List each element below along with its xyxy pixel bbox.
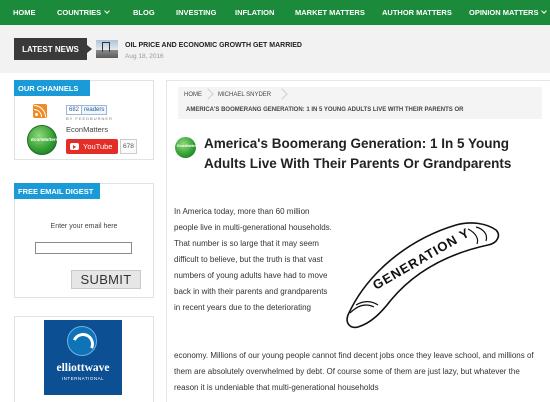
boomerang-illustration: GENERATION Y <box>346 222 500 329</box>
feedburner-text: BY FEEDBURNER <box>66 116 113 121</box>
nav-market-matters[interactable]: MARKET MATTERS <box>295 8 365 17</box>
nav-countries[interactable]: COUNTRIES <box>57 8 111 17</box>
nav-author-matters[interactable]: AUTHOR MATTERS <box>382 8 452 17</box>
chevron-down-icon <box>104 8 111 14</box>
latest-news-date: Aug 18, 2016 <box>125 53 164 60</box>
econmatters-logo-text: EconMatters <box>31 137 59 142</box>
breadcrumb-current: AMERICA'S BOOMERANG GENERATION: 1 IN 5 Y… <box>186 107 464 113</box>
article-paragraph: In America today, more than 60 million p… <box>174 207 332 312</box>
nav-blog[interactable]: BLOG <box>133 8 155 17</box>
econmatters-name[interactable]: EconMatters <box>66 125 108 134</box>
youtube-label: YouTube <box>83 142 113 151</box>
readers-label: readers <box>84 107 105 113</box>
ad-brand: elliottwave <box>56 362 110 374</box>
readers-count: 682 <box>67 106 83 114</box>
youtube-play-icon <box>70 143 79 150</box>
email-digest-heading: FREE EMAIL DIGEST <box>14 183 100 199</box>
breadcrumb-separator-icon <box>202 88 214 100</box>
title-icon-text: EconMatters <box>177 144 199 148</box>
email-field[interactable] <box>35 242 132 254</box>
latest-news-bar: LATEST NEWS OIL PRICE AND ECONOMIC GROWT… <box>0 25 550 73</box>
latest-news-label: LATEST NEWS <box>14 38 87 60</box>
breadcrumb-separator-icon <box>276 88 288 100</box>
oil-rig-icon <box>102 42 110 52</box>
nav-opinion-matters-label: OPINION MATTERS <box>469 8 539 17</box>
youtube-button[interactable]: YouTube <box>66 139 118 154</box>
breadcrumb-author[interactable]: MICHAEL SNYDER <box>218 92 271 98</box>
ad-subtitle: INTERNATIONAL <box>61 376 105 381</box>
submit-button[interactable]: SUBMIT <box>71 270 141 289</box>
article-title: America's Boomerang Generation: 1 In 5 Y… <box>204 136 512 171</box>
wave-icon <box>67 326 97 356</box>
news-thumbnail[interactable] <box>96 40 118 58</box>
nav-countries-label: COUNTRIES <box>57 8 102 17</box>
breadcrumb-home[interactable]: HOME <box>184 92 202 98</box>
article-paragraph: economy. Millions of our young people ca… <box>174 351 534 392</box>
nav-inflation[interactable]: INFLATION <box>235 8 274 17</box>
latest-news-headline[interactable]: OIL PRICE AND ECONOMIC GROWTH GET MARRIE… <box>125 42 302 49</box>
nav-home[interactable]: HOME <box>13 8 36 17</box>
econmatters-globe-icon: EconMatters <box>175 137 199 158</box>
boomerang-text: GENERATION Y <box>370 225 473 293</box>
chevron-down-icon <box>541 8 548 14</box>
youtube-subscriber-count: 678 <box>120 139 137 154</box>
nav-opinion-matters[interactable]: OPINION MATTERS <box>469 8 548 17</box>
feedburner-readers-badge[interactable]: 682 readers <box>66 105 108 115</box>
econmatters-logo[interactable]: EconMatters <box>27 125 59 155</box>
email-field-label: Enter your email here <box>50 223 118 230</box>
nav-investing[interactable]: INVESTING <box>176 8 216 17</box>
channels-heading: OUR CHANNELS <box>14 80 90 96</box>
top-navigation: HOME COUNTRIES BLOG INVESTING INFLATION … <box>0 0 550 25</box>
breadcrumb: HOME MICHAEL SNYDER <box>178 87 542 119</box>
elliottwave-ad[interactable]: elliottwave INTERNATIONAL <box>44 320 122 395</box>
rss-icon[interactable] <box>33 104 47 118</box>
latest-news-arrow-icon <box>87 45 92 53</box>
